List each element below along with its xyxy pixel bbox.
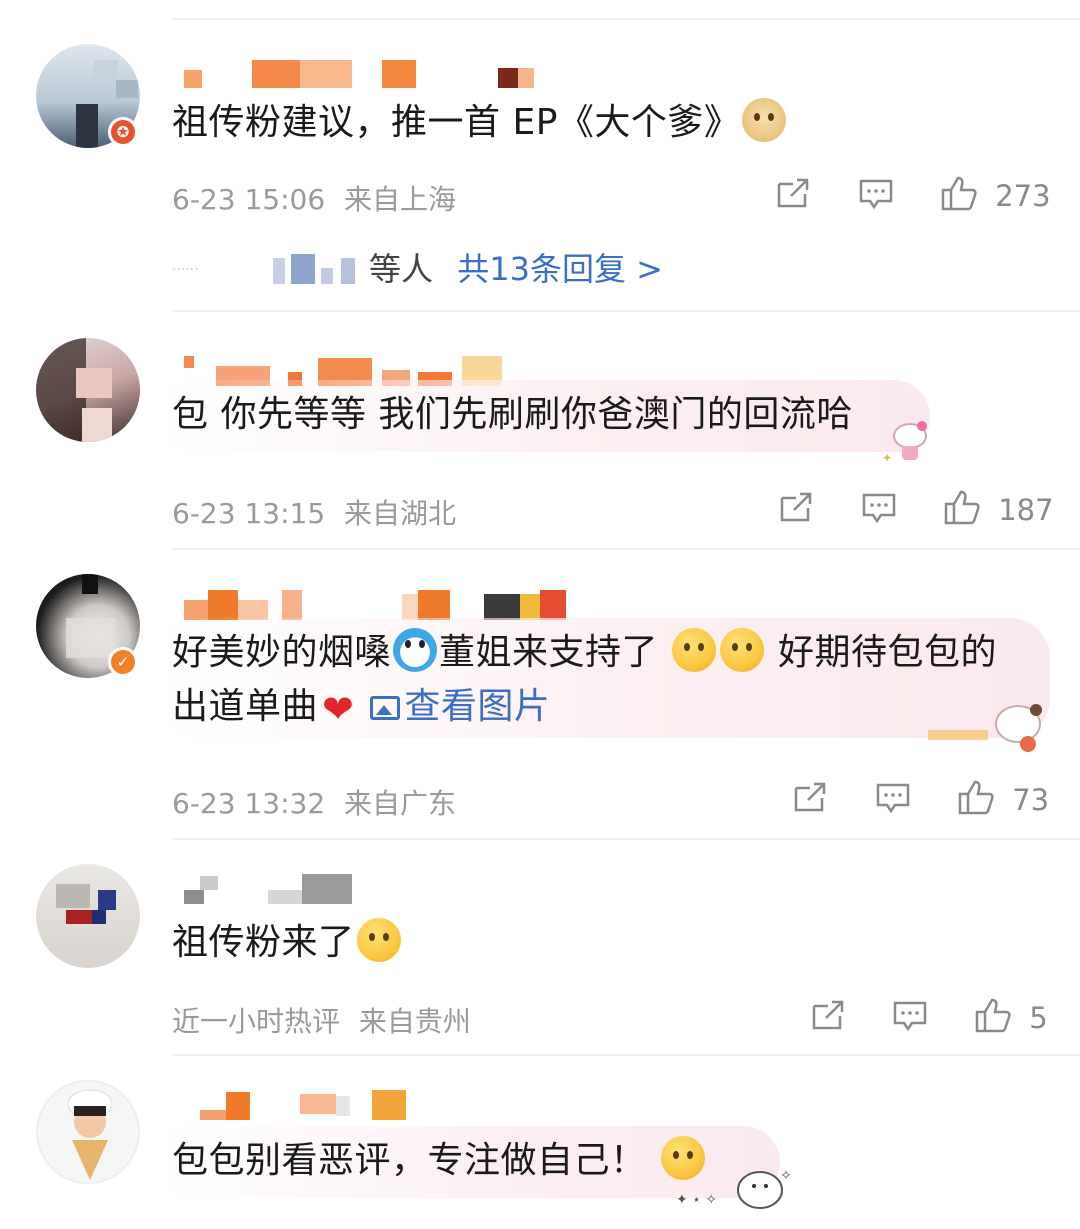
comment-text: 好美妙的烟嗓 董姐来支持了 好期待包包的 (172, 626, 997, 680)
comment-text-content: 祖传粉来了 (172, 922, 355, 963)
comment-text-part: 好期待包包的 (777, 632, 997, 673)
ice-cream-avatar-image (67, 1089, 113, 1180)
username-redacted[interactable] (172, 874, 592, 904)
divider (172, 548, 1080, 550)
crying-laughing-emoji-icon (356, 918, 401, 962)
avatar[interactable] (36, 864, 140, 968)
comment-text: 包包别看恶评，专注做自己！ (172, 1134, 707, 1188)
blushing-emoji-icon (719, 628, 764, 672)
username-redacted[interactable] (172, 1090, 592, 1120)
like-count: 73 (1012, 783, 1050, 817)
comment-text-part: 出道单曲 (172, 686, 319, 727)
replies-prefix: ······ (172, 262, 199, 278)
comment-location: 来自湖北 (344, 497, 457, 530)
doge-emoji-icon (742, 98, 787, 142)
comment-icon (876, 783, 910, 814)
comment-time: 6-23 13:32 (172, 787, 326, 820)
comment-text-content: 祖传粉建议，推一首 EP《大个爹》 (172, 102, 741, 143)
share-button[interactable] (778, 490, 814, 524)
replies-redacted-names (249, 254, 359, 284)
svg-text:✧: ✧ (780, 1168, 792, 1184)
svg-text:✦: ✦ (882, 451, 892, 464)
share-button[interactable] (810, 998, 846, 1032)
blushing-emoji-icon (671, 628, 716, 672)
like-count: 5 (1029, 1001, 1048, 1035)
share-button[interactable] (792, 780, 828, 814)
comment-icon (859, 179, 893, 210)
like-button[interactable]: 187 (943, 488, 1054, 527)
star-icon: ✪ (108, 117, 138, 147)
reply-button[interactable] (861, 490, 897, 526)
divider (172, 838, 1080, 840)
thumbs-up-icon (944, 490, 980, 525)
comment-meta: 6-23 13:15 来自湖北 (172, 492, 456, 532)
bear-sticker-icon: ✦ ⋆ ✧ ✧ (676, 1164, 796, 1214)
comment-location: 来自广东 (344, 787, 457, 820)
divider (172, 1054, 1080, 1056)
comment-time: 6-23 13:15 (172, 497, 326, 530)
reply-button[interactable] (892, 998, 928, 1034)
comment-location: 来自贵州 (358, 1005, 471, 1038)
reply-button[interactable] (858, 176, 894, 212)
replies-who: 等人 (369, 250, 434, 288)
avatar-pixelated-image (56, 884, 116, 924)
comment-text-part: 董姐来支持了 (439, 632, 659, 673)
comment-icon (862, 493, 896, 524)
avatar-pixelated-image (36, 338, 112, 442)
comment-meta: 6-23 15:06 来自上海 (172, 178, 456, 218)
username-redacted[interactable] (172, 60, 592, 90)
thumbs-up-icon (941, 176, 977, 211)
comment-meta: 6-23 13:32 来自广东 (172, 782, 456, 822)
replies-preview[interactable]: ······ 等人 共13条回复 > (172, 244, 663, 290)
comment-text: 出道单曲 ❤ 查看图片 (172, 680, 550, 736)
like-button[interactable]: 5 (974, 996, 1048, 1035)
username-redacted[interactable] (172, 590, 592, 620)
panda-sticker-icon (928, 700, 1058, 756)
red-heart-icon: ❤ (322, 687, 355, 731)
comment-text-content: 包包别看恶评，专注做自己！ (172, 1140, 647, 1181)
divider (172, 310, 1080, 312)
share-icon (777, 178, 809, 208)
comment-time: 近一小时热评 (172, 1005, 341, 1038)
view-replies-link[interactable]: 共13条回复 > (457, 250, 663, 288)
like-button[interactable]: 73 (957, 778, 1049, 817)
share-button[interactable] (775, 176, 811, 210)
comment-location: 来自上海 (344, 183, 457, 216)
image-icon (370, 696, 401, 720)
avatar[interactable] (36, 1080, 140, 1184)
hello-kitty-sticker-icon: ✦ (880, 412, 940, 464)
comment-meta: 近一小时热评 来自贵州 (172, 1000, 471, 1040)
comment-text: 祖传粉建议，推一首 EP《大个爹》 (172, 96, 788, 150)
svg-text:✦ ⋆ ✧: ✦ ⋆ ✧ (676, 1192, 717, 1208)
like-count: 187 (998, 493, 1054, 527)
like-count: 273 (995, 179, 1051, 213)
comment-text-part: 好美妙的烟嗓 (172, 632, 392, 673)
comment-text: 包 你先等等 我们先刷刷你爸澳门的回流哈 (172, 394, 853, 435)
divider (172, 18, 1080, 20)
thumbs-up-icon (975, 998, 1011, 1033)
share-icon (794, 782, 826, 812)
comment-icon (893, 1001, 927, 1032)
comment-time: 6-23 15:06 (172, 183, 326, 216)
thumbs-up-icon (958, 780, 994, 815)
like-button[interactable]: 273 (940, 174, 1051, 213)
avatar[interactable] (36, 338, 140, 442)
share-icon (812, 1000, 844, 1030)
reply-button[interactable] (875, 780, 911, 816)
doraemon-emoji-icon (393, 628, 438, 672)
comment-text: 祖传粉来了 (172, 916, 403, 970)
verified-icon: ✓ (108, 647, 138, 677)
view-image-label: 查看图片 (404, 686, 551, 727)
view-image-link[interactable]: 查看图片 (370, 686, 550, 727)
share-icon (780, 492, 812, 522)
